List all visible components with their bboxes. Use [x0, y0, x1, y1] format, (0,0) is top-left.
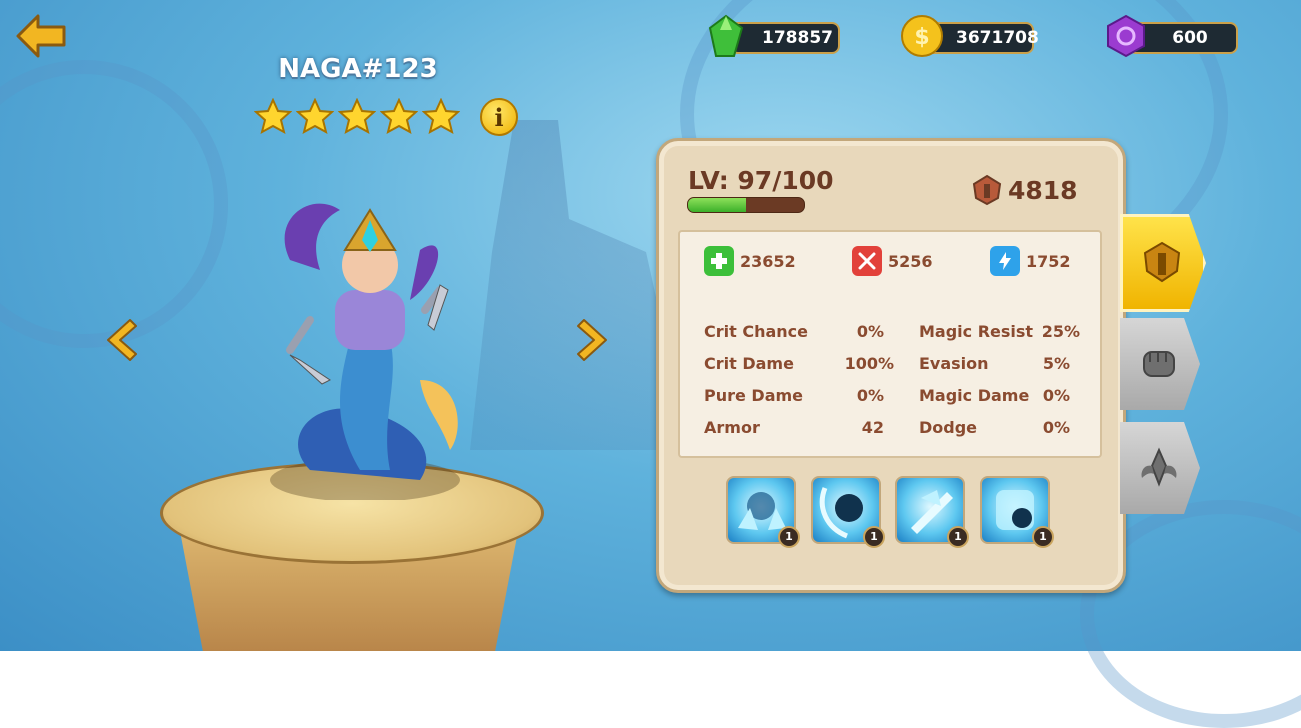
level-progress-bar [687, 197, 805, 213]
power-rating: 4818 [972, 174, 1078, 206]
stat-label: Dodge [919, 418, 978, 437]
gold-count: 3671708 [956, 28, 1039, 48]
skill-level-badge: 1 [1032, 526, 1054, 548]
stat-label: Magic Resist [919, 322, 1034, 341]
currency-gold: 3671708 $ [901, 15, 1042, 57]
stat-label: Crit Chance [704, 322, 808, 341]
gem-count: 178857 [762, 28, 833, 48]
hero-name: NAGA#123 [278, 54, 438, 84]
stat-value: 100% [844, 354, 894, 373]
stat-label: Crit Dame [704, 354, 794, 373]
power-value: 4818 [1008, 175, 1078, 205]
stat-value: 42 [861, 418, 884, 437]
stat-value: 0% [1042, 386, 1070, 405]
stat-label: Pure Dame [704, 386, 804, 405]
tab-upgrade[interactable] [1120, 422, 1200, 514]
star-icon [254, 98, 292, 134]
wings-emblem-icon [1141, 447, 1177, 487]
star-icon [296, 98, 334, 134]
star-icon [422, 98, 460, 134]
stats-box: 23652 5256 1752 Crit Chance 0% Magic Res… [678, 230, 1102, 458]
tab-stats[interactable] [1120, 214, 1206, 312]
skill-level-badge: 1 [947, 526, 969, 548]
speed-value: 1752 [1026, 251, 1071, 271]
crystal-count: 600 [1172, 28, 1208, 48]
previous-hero-button[interactable] [100, 316, 144, 364]
star-icon [380, 98, 418, 134]
speed-stat: 1752 [990, 246, 1071, 276]
stat-label: Armor [704, 418, 760, 437]
star-rating [254, 98, 460, 134]
next-hero-button[interactable] [570, 316, 614, 364]
ice-shard-skill-icon[interactable]: 1 [895, 476, 969, 548]
hp-value: 23652 [740, 251, 796, 271]
ice-golem-skill-icon[interactable]: 1 [726, 476, 800, 548]
info-button[interactable]: i [480, 98, 518, 136]
tab-equipment[interactable] [1120, 318, 1200, 410]
naga-hero-portrait [270, 203, 460, 500]
stat-value: 5% [1042, 354, 1070, 373]
stat-value: 0% [856, 386, 884, 405]
green-gem-icon [708, 14, 744, 57]
skill-level-badge: 1 [863, 526, 885, 548]
stat-label: Evasion [919, 354, 989, 373]
stat-value: 0% [1042, 418, 1070, 437]
stat-value: 25% [1041, 322, 1080, 341]
back-arrow-icon [16, 14, 66, 58]
lightning-icon [990, 246, 1020, 276]
stat-value: 0% [856, 322, 884, 341]
power-helmet-icon [972, 174, 1002, 206]
attack-value: 5256 [888, 251, 933, 271]
hp-stat: 23652 [704, 246, 796, 276]
star-icon [338, 98, 376, 134]
skill-level-badge: 1 [778, 526, 800, 548]
helmet-icon [1143, 241, 1181, 283]
currency-crystal: 600 [1107, 14, 1242, 58]
health-plus-icon [704, 246, 734, 276]
chevron-left-icon [107, 319, 137, 361]
attack-stat: 5256 [852, 246, 933, 276]
fist-icon [1143, 351, 1175, 377]
gold-coin-icon: $ [901, 15, 943, 57]
currency-gems: 178857 [708, 14, 842, 57]
chevron-right-icon [577, 319, 607, 361]
purple-crystal-icon [1107, 14, 1145, 58]
hero-level: LV: 97/100 [688, 166, 834, 195]
crossed-swords-icon [852, 246, 882, 276]
frost-orb-skill-icon[interactable]: 1 [980, 476, 1054, 548]
shadow-slash-skill-icon[interactable]: 1 [811, 476, 885, 548]
svg-text:$: $ [914, 25, 929, 50]
level-progress-fill [688, 198, 746, 212]
back-button[interactable] [14, 12, 70, 60]
